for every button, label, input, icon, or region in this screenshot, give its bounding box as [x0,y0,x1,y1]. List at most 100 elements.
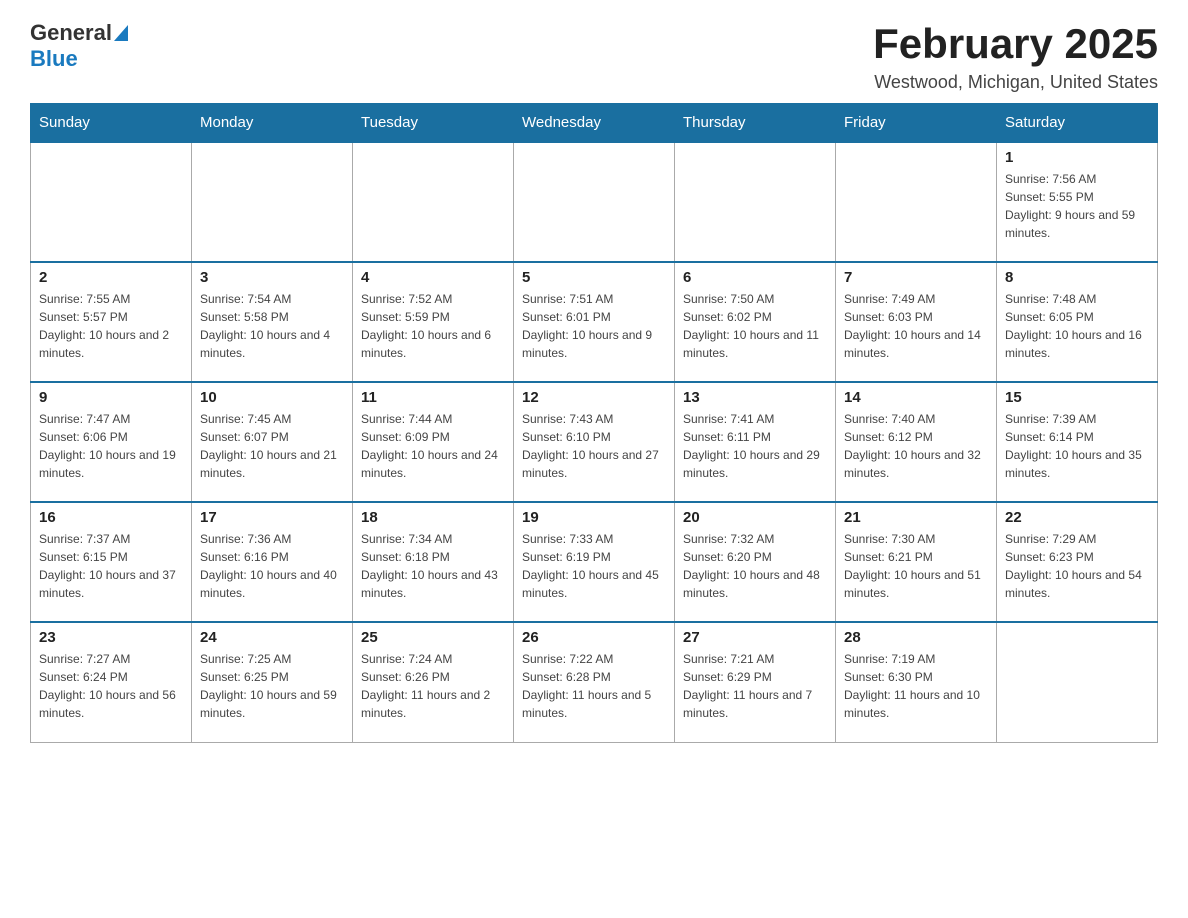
day-number: 8 [1005,269,1149,286]
calendar-cell: 13 Sunrise: 7:41 AM Sunset: 6:11 PM Dayli… [675,382,836,502]
calendar-cell [514,142,675,262]
location-text: Westwood, Michigan, United States [873,72,1158,93]
day-number: 25 [361,629,505,646]
day-info: Sunrise: 7:48 AM Sunset: 6:05 PM Dayligh… [1005,290,1149,362]
day-info: Sunrise: 7:37 AM Sunset: 6:15 PM Dayligh… [39,530,183,602]
day-info: Sunrise: 7:27 AM Sunset: 6:24 PM Dayligh… [39,650,183,722]
calendar-cell: 1Sunrise: 7:56 AM Sunset: 5:55 PM Daylig… [997,142,1158,262]
day-number: 14 [844,389,988,406]
day-info: Sunrise: 7:19 AM Sunset: 6:30 PM Dayligh… [844,650,988,722]
calendar-cell: 17 Sunrise: 7:36 AM Sunset: 6:16 PM Dayli… [192,502,353,622]
calendar-cell [353,142,514,262]
day-number: 13 [683,389,827,406]
day-number: 20 [683,509,827,526]
day-info: Sunrise: 7:25 AM Sunset: 6:25 PM Dayligh… [200,650,344,722]
calendar-cell: 15 Sunrise: 7:39 AM Sunset: 6:14 PM Dayli… [997,382,1158,502]
calendar-cell: 23 Sunrise: 7:27 AM Sunset: 6:24 PM Dayli… [31,622,192,742]
month-title: February 2025 [873,20,1158,68]
day-number: 18 [361,509,505,526]
weekday-header-monday: Monday [192,104,353,143]
calendar-cell: 22 Sunrise: 7:29 AM Sunset: 6:23 PM Dayli… [997,502,1158,622]
day-info: Sunrise: 7:29 AM Sunset: 6:23 PM Dayligh… [1005,530,1149,602]
logo-blue-text: Blue [30,46,78,72]
day-number: 27 [683,629,827,646]
day-info: Sunrise: 7:52 AM Sunset: 5:59 PM Dayligh… [361,290,505,362]
logo: General Blue [30,20,128,72]
calendar-cell: 21 Sunrise: 7:30 AM Sunset: 6:21 PM Dayli… [836,502,997,622]
calendar-cell: 2Sunrise: 7:55 AM Sunset: 5:57 PM Daylig… [31,262,192,382]
week-row-5: 23 Sunrise: 7:27 AM Sunset: 6:24 PM Dayli… [31,622,1158,742]
day-number: 21 [844,509,988,526]
day-info: Sunrise: 7:30 AM Sunset: 6:21 PM Dayligh… [844,530,988,602]
calendar-cell: 25 Sunrise: 7:24 AM Sunset: 6:26 PM Dayli… [353,622,514,742]
day-info: Sunrise: 7:34 AM Sunset: 6:18 PM Dayligh… [361,530,505,602]
title-section: February 2025 Westwood, Michigan, United… [873,20,1158,93]
day-number: 17 [200,509,344,526]
day-number: 7 [844,269,988,286]
day-info: Sunrise: 7:47 AM Sunset: 6:06 PM Dayligh… [39,410,183,482]
day-info: Sunrise: 7:24 AM Sunset: 6:26 PM Dayligh… [361,650,505,722]
day-info: Sunrise: 7:54 AM Sunset: 5:58 PM Dayligh… [200,290,344,362]
day-number: 22 [1005,509,1149,526]
calendar-cell: 3 Sunrise: 7:54 AM Sunset: 5:58 PM Daylig… [192,262,353,382]
calendar-cell: 16 Sunrise: 7:37 AM Sunset: 6:15 PM Dayli… [31,502,192,622]
day-info: Sunrise: 7:39 AM Sunset: 6:14 PM Dayligh… [1005,410,1149,482]
day-info: Sunrise: 7:43 AM Sunset: 6:10 PM Dayligh… [522,410,666,482]
calendar-cell: 24 Sunrise: 7:25 AM Sunset: 6:25 PM Dayli… [192,622,353,742]
day-number: 28 [844,629,988,646]
day-info: Sunrise: 7:49 AM Sunset: 6:03 PM Dayligh… [844,290,988,362]
calendar-cell [836,142,997,262]
day-number: 24 [200,629,344,646]
day-info: Sunrise: 7:50 AM Sunset: 6:02 PM Dayligh… [683,290,827,362]
calendar-cell [675,142,836,262]
week-row-1: 1Sunrise: 7:56 AM Sunset: 5:55 PM Daylig… [31,142,1158,262]
day-number: 12 [522,389,666,406]
week-row-2: 2Sunrise: 7:55 AM Sunset: 5:57 PM Daylig… [31,262,1158,382]
day-number: 3 [200,269,344,286]
day-info: Sunrise: 7:40 AM Sunset: 6:12 PM Dayligh… [844,410,988,482]
calendar-cell: 11Sunrise: 7:44 AM Sunset: 6:09 PM Dayli… [353,382,514,502]
weekday-header-sunday: Sunday [31,104,192,143]
calendar-cell [31,142,192,262]
day-info: Sunrise: 7:44 AM Sunset: 6:09 PM Dayligh… [361,410,505,482]
day-number: 10 [200,389,344,406]
weekday-header-friday: Friday [836,104,997,143]
day-number: 5 [522,269,666,286]
logo-arrow-icon [114,25,128,41]
day-number: 6 [683,269,827,286]
day-number: 15 [1005,389,1149,406]
calendar-cell: 6 Sunrise: 7:50 AM Sunset: 6:02 PM Daylig… [675,262,836,382]
calendar-cell: 10Sunrise: 7:45 AM Sunset: 6:07 PM Dayli… [192,382,353,502]
day-number: 16 [39,509,183,526]
calendar-cell: 20Sunrise: 7:32 AM Sunset: 6:20 PM Dayli… [675,502,836,622]
day-number: 19 [522,509,666,526]
day-info: Sunrise: 7:56 AM Sunset: 5:55 PM Dayligh… [1005,170,1149,242]
calendar-cell: 5 Sunrise: 7:51 AM Sunset: 6:01 PM Daylig… [514,262,675,382]
calendar-cell: 27 Sunrise: 7:21 AM Sunset: 6:29 PM Dayli… [675,622,836,742]
day-info: Sunrise: 7:41 AM Sunset: 6:11 PM Dayligh… [683,410,827,482]
calendar-cell: 18 Sunrise: 7:34 AM Sunset: 6:18 PM Dayli… [353,502,514,622]
page-header: General Blue February 2025 Westwood, Mic… [30,20,1158,93]
day-number: 26 [522,629,666,646]
day-number: 2 [39,269,183,286]
calendar-cell: 8 Sunrise: 7:48 AM Sunset: 6:05 PM Daylig… [997,262,1158,382]
calendar-cell: 26 Sunrise: 7:22 AM Sunset: 6:28 PM Dayli… [514,622,675,742]
day-info: Sunrise: 7:22 AM Sunset: 6:28 PM Dayligh… [522,650,666,722]
day-number: 23 [39,629,183,646]
week-row-4: 16 Sunrise: 7:37 AM Sunset: 6:15 PM Dayli… [31,502,1158,622]
day-info: Sunrise: 7:51 AM Sunset: 6:01 PM Dayligh… [522,290,666,362]
week-row-3: 9 Sunrise: 7:47 AM Sunset: 6:06 PM Daylig… [31,382,1158,502]
calendar-cell: 28 Sunrise: 7:19 AM Sunset: 6:30 PM Dayli… [836,622,997,742]
weekday-header-saturday: Saturday [997,104,1158,143]
day-number: 9 [39,389,183,406]
weekday-header-tuesday: Tuesday [353,104,514,143]
day-info: Sunrise: 7:36 AM Sunset: 6:16 PM Dayligh… [200,530,344,602]
calendar-cell: 9 Sunrise: 7:47 AM Sunset: 6:06 PM Daylig… [31,382,192,502]
weekday-header-thursday: Thursday [675,104,836,143]
day-info: Sunrise: 7:21 AM Sunset: 6:29 PM Dayligh… [683,650,827,722]
logo-general-text: General [30,20,112,46]
day-info: Sunrise: 7:33 AM Sunset: 6:19 PM Dayligh… [522,530,666,602]
calendar-cell: 12 Sunrise: 7:43 AM Sunset: 6:10 PM Dayli… [514,382,675,502]
weekday-header-wednesday: Wednesday [514,104,675,143]
calendar-cell: 14 Sunrise: 7:40 AM Sunset: 6:12 PM Dayli… [836,382,997,502]
